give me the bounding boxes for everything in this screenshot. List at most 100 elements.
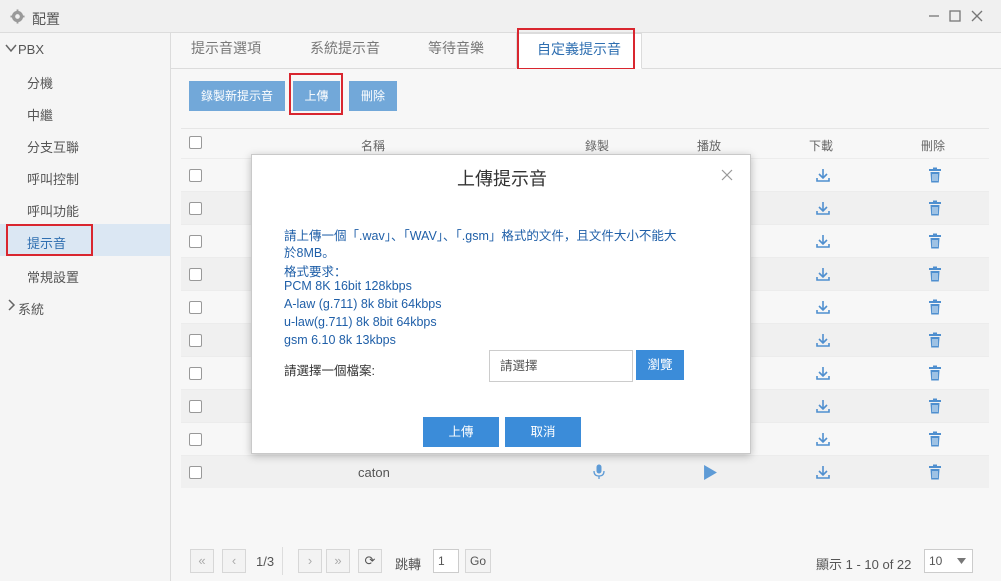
trash-icon[interactable] (927, 298, 943, 319)
download-icon[interactable] (815, 233, 831, 252)
highlight-outline (6, 224, 93, 256)
format-item: PCM 8K 16bit 128kbps (284, 279, 412, 293)
column-header-name: 名稱 (361, 139, 386, 153)
row-name: caton (358, 465, 390, 480)
display-info: 顯示 1 - 10 of 22 (816, 557, 912, 572)
download-icon[interactable] (815, 365, 831, 384)
download-icon[interactable] (815, 266, 831, 285)
tab-system-prompts[interactable]: 系統提示音 (290, 33, 400, 69)
download-icon[interactable] (815, 200, 831, 219)
upload-confirm-button[interactable]: 上傳 (423, 417, 499, 447)
sidebar: PBX 分機 中繼 分支互聯 呼叫控制 呼叫功能 提示音 常規設置 系統 (0, 33, 171, 581)
last-page-icon[interactable]: » (326, 549, 350, 573)
format-item: gsm 6.10 8k 13kbps (284, 333, 396, 347)
browse-button[interactable]: 瀏覽 (636, 350, 684, 380)
page-size-value: 10 (929, 554, 943, 568)
page-jump-input[interactable]: 1 (433, 549, 459, 573)
download-icon[interactable] (815, 167, 831, 186)
page-size-select[interactable]: 10 (924, 549, 973, 573)
download-icon[interactable] (815, 299, 831, 318)
row-checkbox[interactable] (189, 202, 202, 215)
tab-prompt-options[interactable]: 提示音選項 (171, 33, 281, 69)
sidebar-item-general[interactable]: 常規設置 (0, 259, 170, 289)
divider (282, 547, 283, 575)
play-icon[interactable] (703, 465, 718, 483)
row-checkbox[interactable] (189, 268, 202, 281)
format-title: 格式要求： (284, 265, 347, 279)
window-title-bar: 配置 (0, 0, 1001, 33)
sidebar-item-extension[interactable]: 分機 (0, 65, 170, 95)
sidebar-group-label: PBX (18, 42, 45, 57)
download-icon[interactable] (815, 332, 831, 351)
sidebar-item-call-features[interactable]: 呼叫功能 (0, 193, 170, 223)
trash-icon[interactable] (927, 265, 943, 286)
column-header-play: 播放 (697, 139, 722, 153)
column-header-record: 錄製 (585, 139, 610, 153)
close-icon[interactable] (720, 168, 734, 182)
column-header-download: 下載 (809, 139, 834, 153)
first-page-icon[interactable]: « (190, 549, 214, 573)
trash-icon[interactable] (927, 199, 943, 220)
sidebar-group-system[interactable]: 系統 (0, 292, 170, 320)
download-icon[interactable] (815, 398, 831, 417)
row-checkbox[interactable] (189, 466, 202, 479)
trash-icon[interactable] (927, 364, 943, 385)
maximize-icon[interactable] (947, 8, 963, 24)
chevron-down-icon (957, 558, 966, 564)
row-checkbox[interactable] (189, 367, 202, 380)
microphone-icon[interactable] (593, 464, 605, 483)
chevron-right-icon (5, 299, 17, 311)
record-prompt-button[interactable]: 錄製新提示音 (189, 81, 285, 111)
jump-label: 跳轉 (395, 557, 422, 572)
file-label: 請選擇一個檔案: (284, 364, 375, 378)
highlight-outline (517, 28, 635, 70)
trash-icon[interactable] (927, 430, 943, 451)
refresh-icon[interactable]: ⟳ (358, 549, 382, 573)
window-title: 配置 (32, 11, 60, 27)
download-icon[interactable] (815, 464, 831, 483)
trash-icon[interactable] (927, 397, 943, 418)
sidebar-group-label: 系統 (18, 302, 45, 317)
trash-icon[interactable] (927, 463, 943, 484)
sidebar-item-branch[interactable]: 分支互聯 (0, 129, 170, 159)
trash-icon[interactable] (927, 232, 943, 253)
trash-icon[interactable] (927, 166, 943, 187)
info-text: 請上傳一個「.wav」、「WAV」、「.gsm」格式的文件，且文件大小不能大 (284, 229, 677, 243)
sidebar-group-pbx[interactable]: PBX (0, 35, 170, 63)
trash-icon[interactable] (927, 331, 943, 352)
format-item: u-law(g.711) 8k 8bit 64kbps (284, 315, 437, 329)
column-header-delete: 刪除 (921, 139, 946, 153)
sidebar-item-label: 分機 (27, 76, 54, 91)
tab-hold-music[interactable]: 等待音樂 (408, 33, 504, 69)
close-icon[interactable] (969, 8, 985, 24)
next-page-icon[interactable]: › (298, 549, 322, 573)
row-checkbox[interactable] (189, 433, 202, 446)
go-button[interactable]: Go (465, 549, 491, 573)
prev-page-icon[interactable]: ‹ (222, 549, 246, 573)
sidebar-item-label: 常規設置 (27, 270, 80, 285)
minimize-icon[interactable] (926, 8, 942, 24)
row-checkbox[interactable] (189, 400, 202, 413)
highlight-outline (289, 73, 343, 115)
format-item: A-law (g.711) 8k 8bit 64kbps (284, 297, 442, 311)
sidebar-item-label: 呼叫控制 (27, 172, 80, 187)
cancel-button[interactable]: 取消 (505, 417, 581, 447)
file-input[interactable]: 請選擇 (489, 350, 633, 382)
page-info: 1/3 (256, 554, 275, 569)
dialog-title: 上傳提示音 (457, 169, 547, 189)
upload-prompt-dialog: 上傳提示音 請上傳一個「.wav」、「WAV」、「.gsm」格式的文件，且文件大… (251, 154, 751, 454)
sidebar-item-trunk[interactable]: 中繼 (0, 97, 170, 127)
sidebar-item-label: 呼叫功能 (27, 204, 80, 219)
row-checkbox[interactable] (189, 169, 202, 182)
pagination-bar: « ‹ 1/3 › » ⟳ 跳轉 1 Go 顯示 1 - 10 of 22 10 (190, 547, 990, 575)
table-row: caton (181, 455, 989, 488)
info-text: 於8MB。 (284, 246, 335, 260)
delete-button[interactable]: 刪除 (349, 81, 397, 111)
download-icon[interactable] (815, 431, 831, 450)
sidebar-item-call-control[interactable]: 呼叫控制 (0, 161, 170, 191)
gear-icon (10, 9, 25, 24)
row-checkbox[interactable] (189, 334, 202, 347)
select-all-checkbox[interactable] (189, 136, 202, 149)
row-checkbox[interactable] (189, 235, 202, 248)
row-checkbox[interactable] (189, 301, 202, 314)
